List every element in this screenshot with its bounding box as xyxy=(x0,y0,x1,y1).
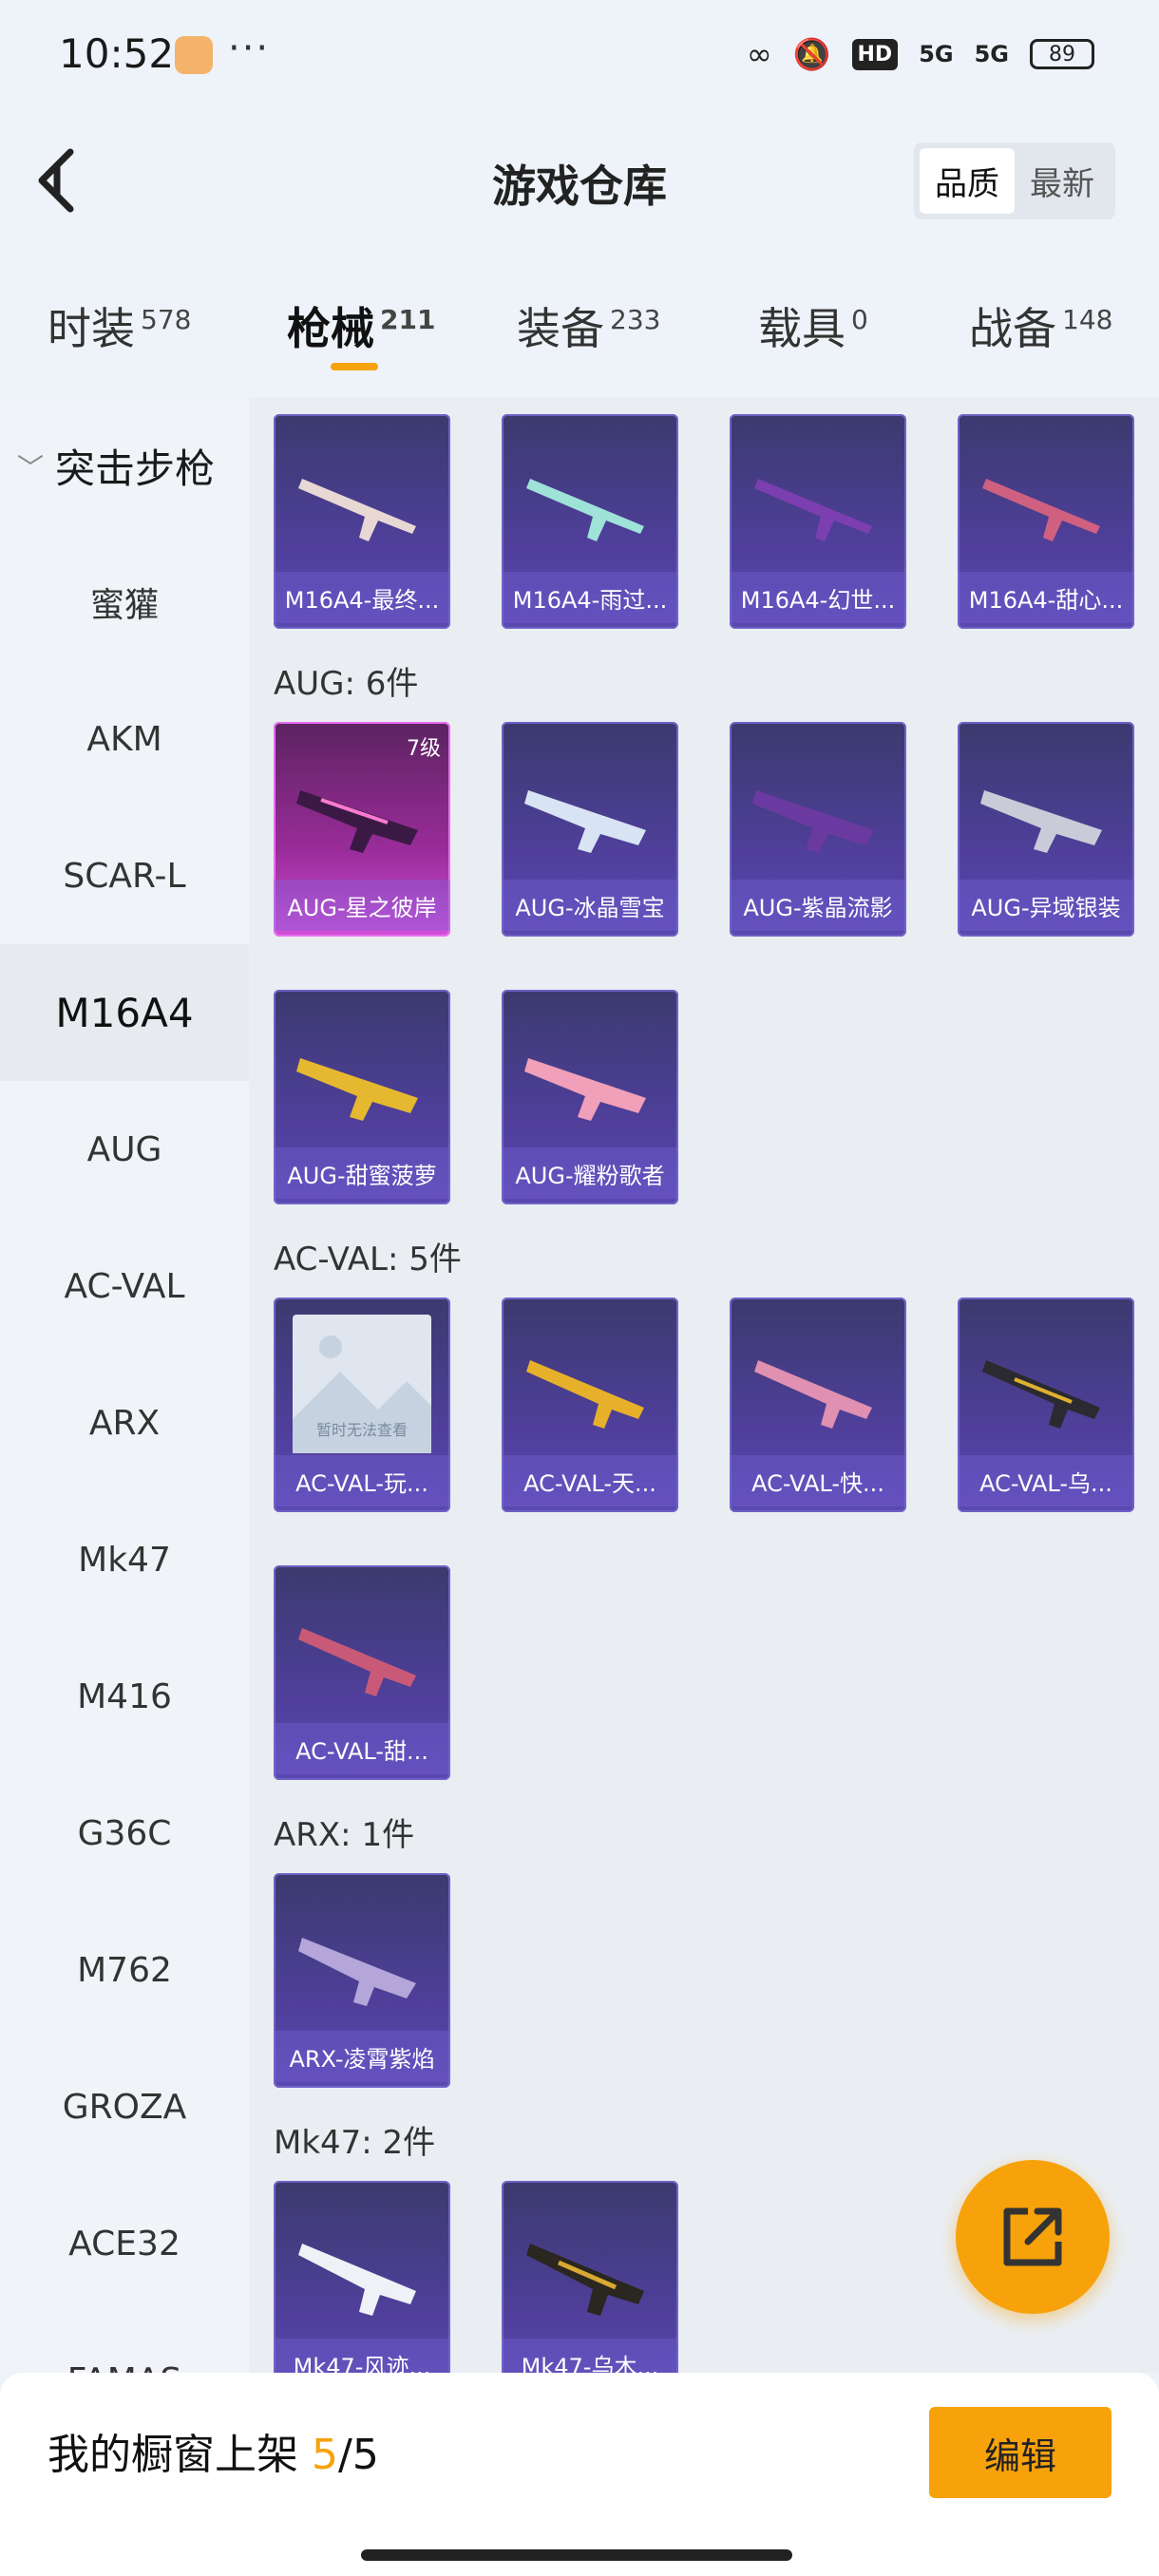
rifle-icon xyxy=(980,790,1102,853)
rifle-icon xyxy=(298,1628,416,1696)
sidebar-item[interactable]: GROZA xyxy=(0,2038,249,2175)
share-fab-button[interactable] xyxy=(956,2160,1110,2314)
tab-supplies[interactable]: 战备 148 xyxy=(969,294,1112,357)
weapon-card[interactable]: AUG-紫晶流影 xyxy=(730,722,906,937)
section-title-acval: AC-VAL: 5件 xyxy=(274,1241,462,1279)
weapon-card[interactable]: ARX-凌霄紫焰 xyxy=(274,1873,450,2088)
weapon-sidebar: ﹀ 突击步枪 蜜獾 AKM SCAR-L M16A4 AUG AC-VAL AR… xyxy=(0,397,249,2373)
status-time: 10:52 xyxy=(59,30,175,77)
sidebar-item[interactable]: AKM xyxy=(0,671,249,807)
status-bar: 10:52 ··· ∞ 🔕 HD 5G 5G 89 xyxy=(0,0,1159,114)
weapon-card[interactable]: M16A4-甜心... xyxy=(958,414,1134,629)
rifle-icon xyxy=(526,1360,644,1429)
weapon-card[interactable]: M16A4-幻世... xyxy=(730,414,906,629)
battery-icon: 89 xyxy=(1030,39,1094,69)
more-notifications-icon: ··· xyxy=(228,27,271,70)
rifle-icon xyxy=(298,2244,416,2316)
sidebar-item[interactable]: AC-VAL xyxy=(0,1218,249,1354)
sidebar-item[interactable]: 蜜獾 xyxy=(0,534,249,671)
sidebar-item[interactable]: AUG xyxy=(0,1081,249,1218)
edit-button[interactable]: 编辑 xyxy=(929,2407,1112,2498)
active-tab-indicator xyxy=(331,363,378,370)
weapon-card[interactable]: AC-VAL-乌... xyxy=(958,1297,1134,1512)
rifle-icon xyxy=(298,479,416,541)
signal-icon-2: 5G xyxy=(974,41,1009,67)
weapon-card[interactable]: Mk47-乌木... xyxy=(502,2181,678,2373)
chevron-down-icon: ﹀ xyxy=(17,451,45,483)
weapon-card[interactable]: M16A4-最终... xyxy=(274,414,450,629)
weapon-card[interactable]: AUG-甜蜜菠萝 xyxy=(274,990,450,1204)
sidebar-item[interactable]: ACE32 xyxy=(0,2175,249,2312)
rifle-icon xyxy=(754,1360,872,1429)
weapon-card[interactable]: AC-VAL-甜... xyxy=(274,1565,450,1780)
sidebar-item[interactable]: M762 xyxy=(0,1902,249,2038)
section-title-aug: AUG: 6件 xyxy=(274,665,419,703)
home-indicator[interactable] xyxy=(361,2549,792,2561)
section-title-arx: ARX: 1件 xyxy=(274,1816,415,1854)
weapon-card[interactable]: AC-VAL-快... xyxy=(730,1297,906,1512)
link-icon: ∞ xyxy=(747,36,772,72)
sidebar-item[interactable]: G36C xyxy=(0,1765,249,1902)
tab-equipment[interactable]: 装备 233 xyxy=(517,294,660,357)
item-grid: M16A4-最终... M16A4-雨过... M16A4-幻世... M16A… xyxy=(249,397,1159,2373)
rifle-icon xyxy=(526,2244,644,2316)
tab-firearms[interactable]: 枪械 211 xyxy=(287,294,435,357)
weapon-card[interactable]: AUG-冰晶雪宝 xyxy=(502,722,678,937)
weapon-card[interactable]: AC-VAL-天... xyxy=(502,1297,678,1512)
tab-vehicles[interactable]: 载具 0 xyxy=(758,294,868,357)
image-placeholder: 暂时无法查看 xyxy=(293,1315,431,1453)
rifle-icon xyxy=(524,1058,646,1121)
category-tabs: 时装 578 枪械 211 装备 233 载具 0 战备 148 xyxy=(0,275,1159,389)
sort-toggle: 品质 最新 xyxy=(914,142,1115,219)
sidebar-item[interactable]: FAMAS xyxy=(0,2312,249,2374)
weapon-card[interactable]: AUG-异域银装 xyxy=(958,722,1134,937)
header: 游戏仓库 品质 最新 xyxy=(0,114,1159,247)
external-link-icon xyxy=(1003,2207,1062,2266)
rifle-icon xyxy=(526,479,644,541)
sort-newest-button[interactable]: 最新 xyxy=(1015,148,1110,214)
showcase-status: 我的橱窗上架 5/5 xyxy=(48,2431,379,2479)
weapon-card[interactable]: 7级 AUG-星之彼岸 xyxy=(274,722,450,937)
hd-icon: HD xyxy=(851,38,899,70)
tab-fashion[interactable]: 时装 578 xyxy=(48,294,191,357)
weapon-card[interactable]: AUG-耀粉歌者 xyxy=(502,990,678,1204)
sort-quality-button[interactable]: 品质 xyxy=(920,148,1015,214)
signal-icon: 5G xyxy=(919,41,954,67)
section-title-mk47: Mk47: 2件 xyxy=(274,2124,436,2162)
sidebar-group-assault-rifles[interactable]: ﹀ 突击步枪 xyxy=(17,437,215,495)
app-notification-icon xyxy=(175,36,213,74)
rifle-icon xyxy=(982,1360,1100,1429)
weapon-card[interactable]: M16A4-雨过... xyxy=(502,414,678,629)
weapon-card[interactable]: 暂时无法查看 AC-VAL-玩... xyxy=(274,1297,450,1512)
rifle-icon xyxy=(298,1938,416,2006)
sidebar-item[interactable]: M416 xyxy=(0,1628,249,1765)
sidebar-item[interactable]: Mk47 xyxy=(0,1491,249,1628)
rifle-icon xyxy=(524,790,646,853)
sidebar-item-active[interactable]: M16A4 xyxy=(0,944,249,1081)
mute-icon: 🔕 xyxy=(792,36,831,72)
sidebar-item[interactable]: ARX xyxy=(0,1354,249,1491)
rifle-icon xyxy=(752,790,874,853)
rifle-icon xyxy=(296,1058,418,1121)
weapon-card[interactable]: Mk47-风迹... xyxy=(274,2181,450,2373)
rifle-icon xyxy=(754,479,872,541)
rifle-icon xyxy=(982,479,1100,541)
status-icons: ∞ 🔕 HD 5G 5G 89 xyxy=(747,36,1094,72)
rifle-icon xyxy=(296,790,418,853)
showcase-bar: 我的橱窗上架 5/5 编辑 xyxy=(0,2373,1159,2576)
sidebar-item[interactable]: SCAR-L xyxy=(0,807,249,944)
